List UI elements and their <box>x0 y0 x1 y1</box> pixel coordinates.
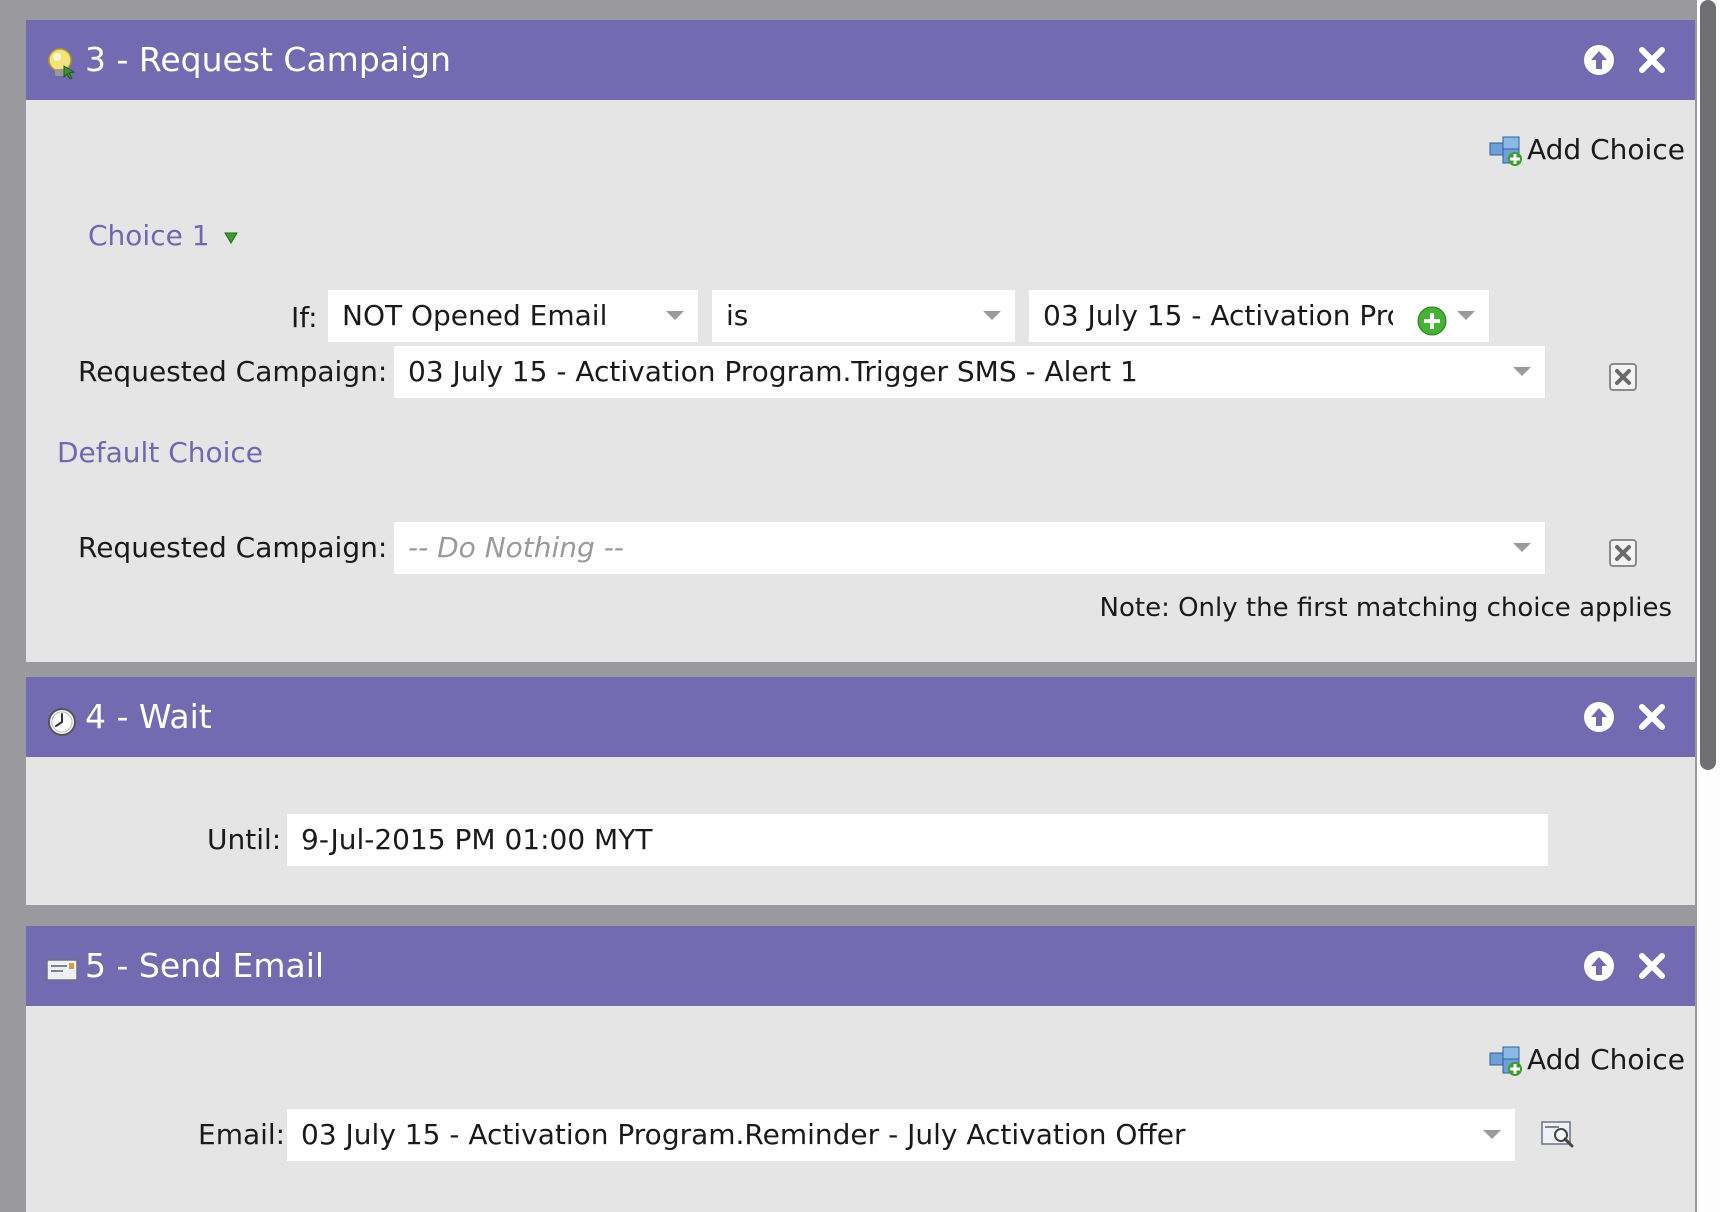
default-requested-campaign-dropdown[interactable]: -- Do Nothing -- <box>394 522 1545 574</box>
add-choice-button[interactable]: Add Choice <box>1489 133 1689 169</box>
condition-value: NOT Opened Email <box>342 299 608 332</box>
clock-icon <box>46 703 78 737</box>
step-send-email: 5 - Send Email Add Choice Email: 03 July… <box>26 926 1695 1212</box>
preview-icon <box>1541 1121 1574 1148</box>
until-input[interactable]: 9-Jul-2015 PM 01:00 MYT <box>287 814 1548 866</box>
close-icon <box>1639 47 1665 73</box>
arrow-up-icon <box>1584 702 1614 732</box>
until-value: 9-Jul-2015 PM 01:00 MYT <box>301 823 653 856</box>
arrow-up-icon <box>1584 45 1614 75</box>
triangle-down-icon <box>224 232 239 244</box>
note-text: Note: Only the first matching choice app… <box>1099 593 1672 623</box>
add-choice-icon <box>1489 1046 1522 1076</box>
email-label: Email: <box>198 1118 286 1151</box>
if-label: If: <box>291 301 318 334</box>
add-choice-label: Add Choice <box>1527 1043 1685 1076</box>
email-value: 03 July 15 - Activation Program.Reminder… <box>301 1118 1186 1151</box>
step-title: 4 - Wait <box>85 697 212 736</box>
step-header: 3 - Request Campaign <box>26 20 1695 100</box>
lightbulb-icon <box>46 46 78 80</box>
step-request-campaign: 3 - Request Campaign Add Choice Choice 1 <box>26 20 1695 662</box>
delete-step-button[interactable] <box>1636 44 1668 76</box>
default-requested-campaign-value: -- Do Nothing -- <box>408 531 624 564</box>
chevron-down-icon <box>1483 1130 1501 1139</box>
remove-default-choice-button[interactable] <box>1609 539 1637 567</box>
default-requested-campaign-label: Requested Campaign: <box>78 531 388 564</box>
move-up-button[interactable] <box>1583 950 1615 982</box>
chevron-down-icon <box>1457 311 1475 320</box>
move-up-button[interactable] <box>1583 44 1615 76</box>
delete-step-button[interactable] <box>1636 950 1668 982</box>
until-label: Until: <box>207 823 282 856</box>
step-header: 4 - Wait <box>26 677 1695 757</box>
chevron-down-icon <box>1513 543 1531 552</box>
delete-step-button[interactable] <box>1636 701 1668 733</box>
step-wait: 4 - Wait Until: 9-Jul-2015 PM 01:00 MYT <box>26 677 1695 905</box>
condition-dropdown[interactable]: NOT Opened Email <box>328 290 698 342</box>
requested-campaign-dropdown[interactable]: 03 July 15 - Activation Program.Trigger … <box>394 346 1545 398</box>
default-choice-label: Default Choice <box>57 436 264 469</box>
move-up-button[interactable] <box>1583 701 1615 733</box>
add-choice-icon <box>1489 136 1522 166</box>
requested-campaign-label: Requested Campaign: <box>78 355 388 388</box>
add-icon[interactable] <box>1417 301 1447 336</box>
remove-choice-button[interactable] <box>1609 363 1637 391</box>
close-icon <box>1639 704 1665 730</box>
email-value-dropdown[interactable]: 03 July 15 - Activation Progra <box>1029 290 1489 342</box>
arrow-up-icon <box>1584 951 1614 981</box>
operator-value: is <box>726 299 749 332</box>
add-choice-label: Add Choice <box>1527 133 1685 166</box>
choice-1-toggle[interactable]: Choice 1 <box>88 219 239 252</box>
scrollbar-thumb[interactable] <box>1700 0 1716 770</box>
email-dropdown[interactable]: 03 July 15 - Activation Program.Reminder… <box>287 1109 1515 1161</box>
preview-email-button[interactable] <box>1541 1119 1575 1149</box>
remove-icon <box>1609 363 1637 391</box>
choice-1-label: Choice 1 <box>88 219 210 252</box>
chevron-down-icon <box>983 311 1001 320</box>
close-icon <box>1639 953 1665 979</box>
remove-icon <box>1609 539 1637 567</box>
email-icon <box>46 952 78 986</box>
requested-campaign-value: 03 July 15 - Activation Program.Trigger … <box>408 355 1138 388</box>
chevron-down-icon <box>666 311 684 320</box>
chevron-down-icon <box>1513 367 1531 376</box>
step-title: 5 - Send Email <box>85 946 325 985</box>
add-choice-button[interactable]: Add Choice <box>1489 1043 1689 1079</box>
step-header: 5 - Send Email <box>26 926 1695 1006</box>
step-title: 3 - Request Campaign <box>85 40 452 79</box>
email-value-text: 03 July 15 - Activation Progra <box>1043 299 1393 332</box>
operator-dropdown[interactable]: is <box>712 290 1015 342</box>
